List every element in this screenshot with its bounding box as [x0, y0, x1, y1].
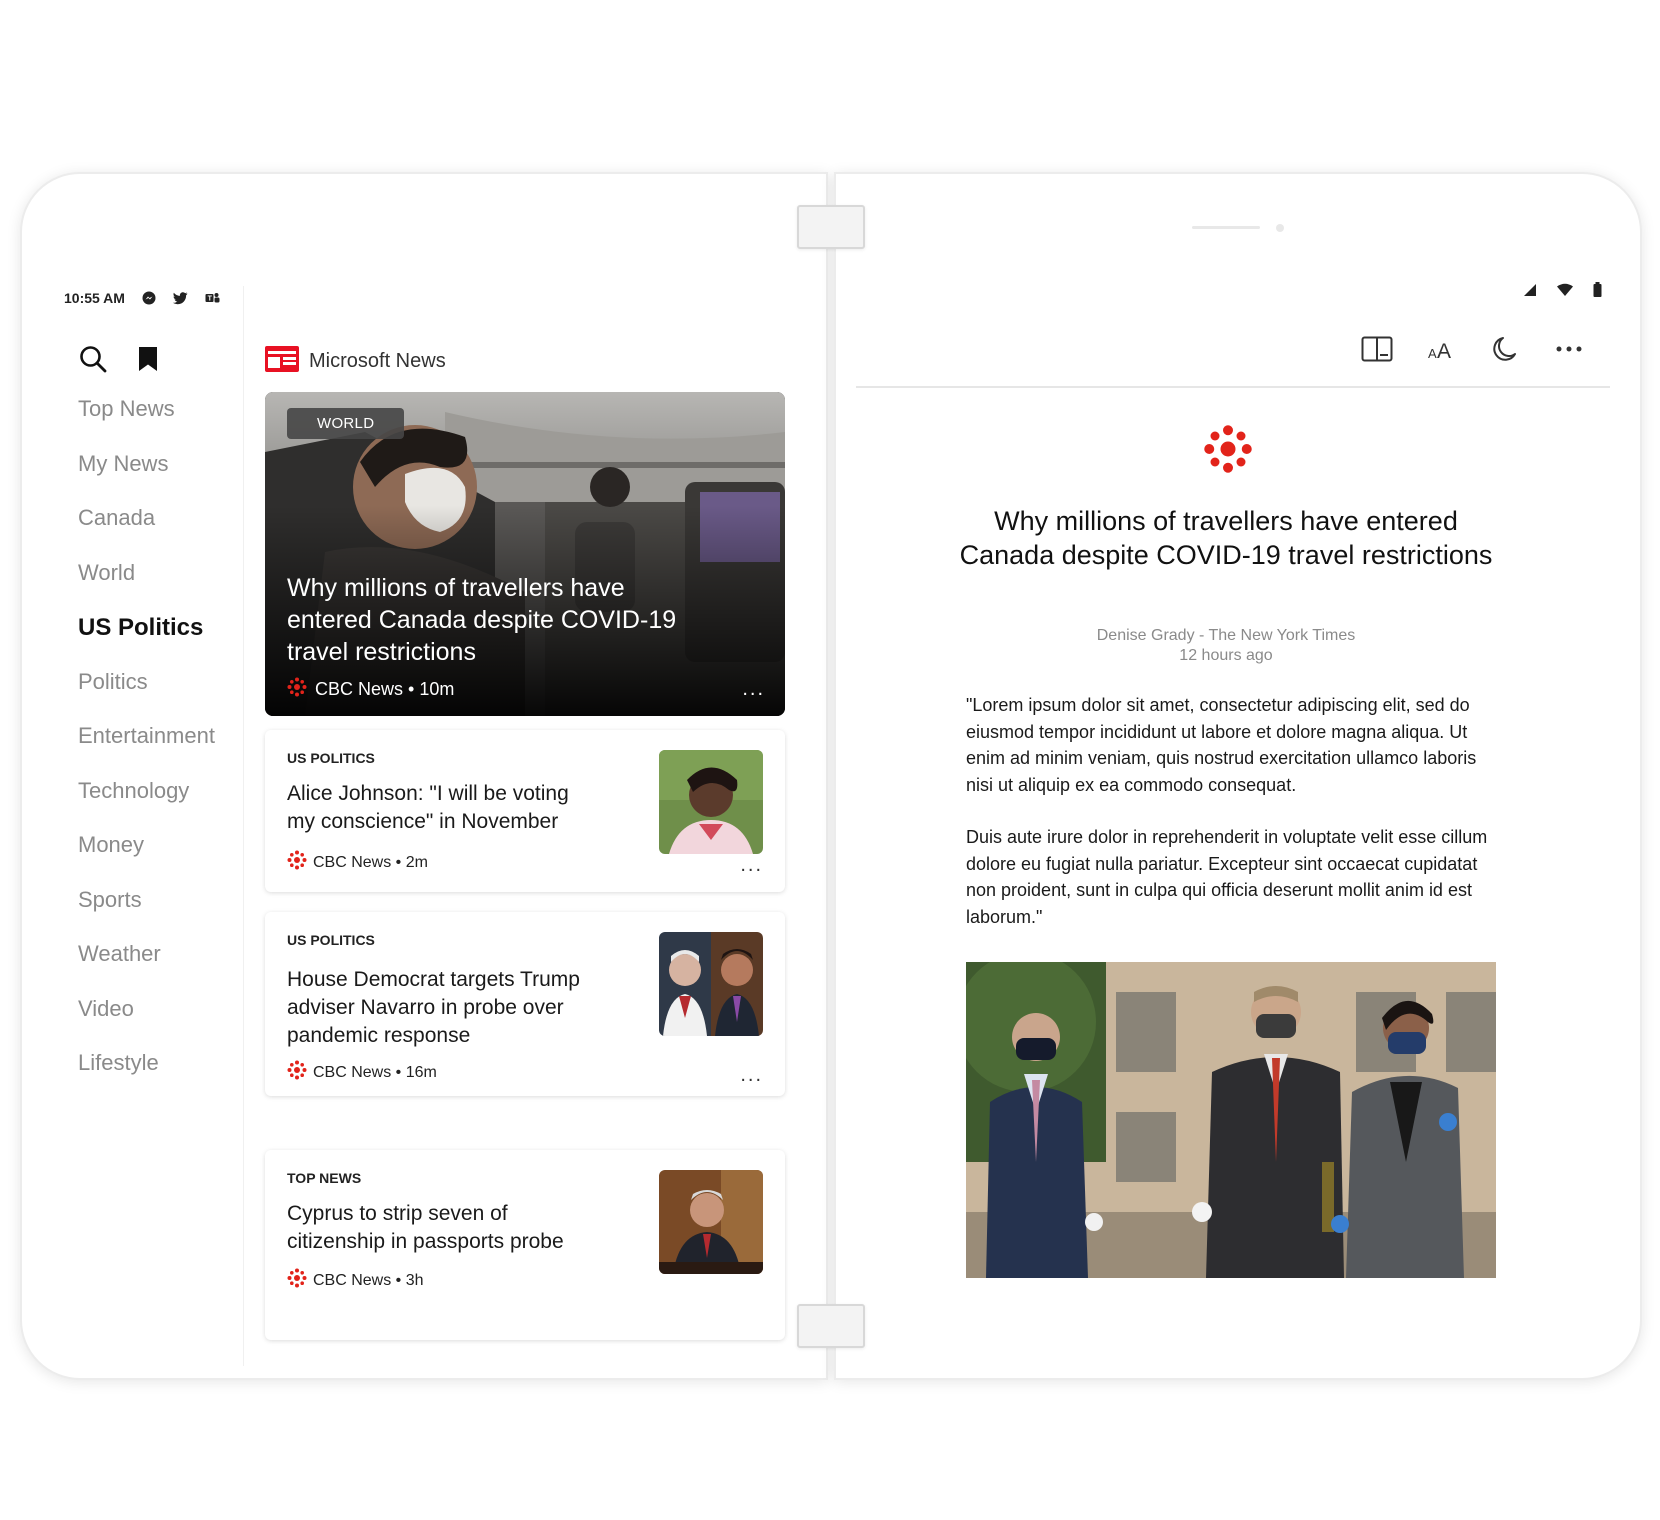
- card-source-time: CBC News • 3h: [313, 1271, 424, 1289]
- nav-item-weather[interactable]: Weather: [78, 941, 215, 996]
- nav-item-video[interactable]: Video: [78, 996, 215, 1051]
- reader-toolbar: AA: [1360, 332, 1586, 366]
- card-title[interactable]: Cyprus to strip seven of citizenship in …: [287, 1200, 602, 1256]
- toolbar-divider: [856, 386, 1610, 388]
- dual-screen-icon[interactable]: [1360, 332, 1394, 366]
- nav-item-lifestyle[interactable]: Lifestyle: [78, 1050, 215, 1105]
- card-category: US POLITICS: [287, 750, 375, 766]
- hero-more-button[interactable]: ...: [742, 678, 765, 701]
- cbc-logo-icon: [287, 1060, 307, 1085]
- cbc-logo-icon: [1203, 424, 1253, 479]
- nav-item-money[interactable]: Money: [78, 832, 215, 887]
- article-title: Why millions of travellers have entered …: [959, 506, 1493, 570]
- nav-list: Top News My News Canada World US Politic…: [78, 396, 215, 1105]
- nav-tools: [78, 344, 160, 379]
- wifi-icon: [1557, 283, 1573, 301]
- card-source-time: CBC News • 16m: [313, 1063, 437, 1081]
- card-thumbnail: [659, 932, 763, 1036]
- signal-icon: [1523, 283, 1537, 302]
- card-title[interactable]: House Democrat targets Trump adviser Nav…: [287, 966, 602, 1050]
- cbc-logo-icon: [287, 677, 307, 702]
- nav-item-canada[interactable]: Canada: [78, 505, 215, 560]
- nav-item-politics[interactable]: Politics: [78, 669, 215, 724]
- card-category: TOP NEWS: [287, 1170, 362, 1186]
- news-card[interactable]: US POLITICS Alice Johnson: "I will be vo…: [265, 730, 785, 892]
- status-bar-left: 10:55 AM T: [64, 290, 221, 306]
- cbc-logo-icon: [287, 1268, 307, 1293]
- article-paragraph: Duis aute irure dolor in reprehenderit i…: [966, 827, 1488, 927]
- camera-dot: [1276, 224, 1284, 232]
- nav-divider: [243, 286, 244, 1366]
- svg-text:A: A: [1437, 340, 1451, 360]
- card-source-time: CBC News • 2m: [313, 853, 428, 871]
- hero-title[interactable]: Why millions of travellers have entered …: [287, 572, 707, 668]
- article-author: Denise Grady - The New York Times: [1096, 627, 1356, 644]
- brand-name: Microsoft News: [309, 350, 446, 372]
- news-card[interactable]: US POLITICS House Democrat targets Trump…: [265, 912, 785, 1096]
- hero-story-card[interactable]: WORLD Why millions of travellers have en…: [265, 392, 785, 716]
- hero-category-badge: WORLD: [287, 408, 405, 439]
- svg-text:T: T: [208, 296, 213, 303]
- nav-item-us-politics[interactable]: US Politics: [78, 614, 215, 669]
- hero-source-time: CBC News • 10m: [315, 679, 455, 699]
- nav-item-entertainment[interactable]: Entertainment: [78, 723, 215, 778]
- article-time: 12 hours ago: [1179, 647, 1273, 664]
- card-meta: CBC News • 3h: [287, 1268, 424, 1293]
- battery-icon: [1593, 282, 1602, 302]
- cbc-logo-icon: [287, 850, 307, 875]
- card-more-button[interactable]: ...: [740, 1064, 763, 1087]
- nav-item-world[interactable]: World: [78, 560, 215, 615]
- nav-item-my-news[interactable]: My News: [78, 451, 215, 506]
- more-options-icon[interactable]: [1552, 332, 1586, 366]
- card-thumbnail: [659, 1170, 763, 1274]
- article-body: "Lorem ipsum dolor sit amet, consectetur…: [966, 692, 1506, 956]
- device-hinge: [797, 1304, 865, 1348]
- article-paragraph: "Lorem ipsum dolor sit amet, consectetur…: [966, 695, 1477, 795]
- article-byline: Denise Grady - The New York Times 12 hou…: [946, 626, 1506, 666]
- nav-item-top-news[interactable]: Top News: [78, 396, 215, 451]
- device-hinge: [797, 205, 865, 249]
- card-more-button[interactable]: ...: [740, 854, 763, 877]
- text-size-icon[interactable]: AA: [1424, 332, 1458, 366]
- right-screen: AA Why millions of travellers have enter…: [834, 172, 1642, 1380]
- card-category: US POLITICS: [287, 932, 375, 948]
- teams-icon: T: [205, 290, 221, 306]
- nav-item-sports[interactable]: Sports: [78, 887, 215, 942]
- dark-mode-icon[interactable]: [1488, 332, 1522, 366]
- news-card[interactable]: TOP NEWS Cyprus to strip seven of citize…: [265, 1150, 785, 1340]
- hero-meta: CBC News • 10m: [287, 677, 454, 702]
- article-image: [966, 962, 1496, 1278]
- brand: Microsoft News: [265, 346, 446, 377]
- card-title[interactable]: Alice Johnson: "I will be voting my cons…: [287, 780, 602, 836]
- status-time: 10:55 AM: [64, 290, 125, 306]
- left-screen: 10:55 AM T Top News My News Canada World…: [20, 172, 828, 1380]
- status-bar-right: [1523, 282, 1602, 302]
- messenger-icon: [141, 290, 157, 306]
- microsoft-news-logo-icon: [265, 346, 299, 377]
- bookmark-icon[interactable]: [136, 345, 160, 378]
- nav-item-technology[interactable]: Technology: [78, 778, 215, 833]
- card-meta: CBC News • 16m: [287, 1060, 437, 1085]
- svg-text:A: A: [1428, 346, 1437, 360]
- twitter-icon: [173, 290, 189, 306]
- search-icon[interactable]: [78, 344, 108, 379]
- card-thumbnail: [659, 750, 763, 854]
- drag-handle[interactable]: [1192, 226, 1260, 229]
- card-meta: CBC News • 2m: [287, 850, 428, 875]
